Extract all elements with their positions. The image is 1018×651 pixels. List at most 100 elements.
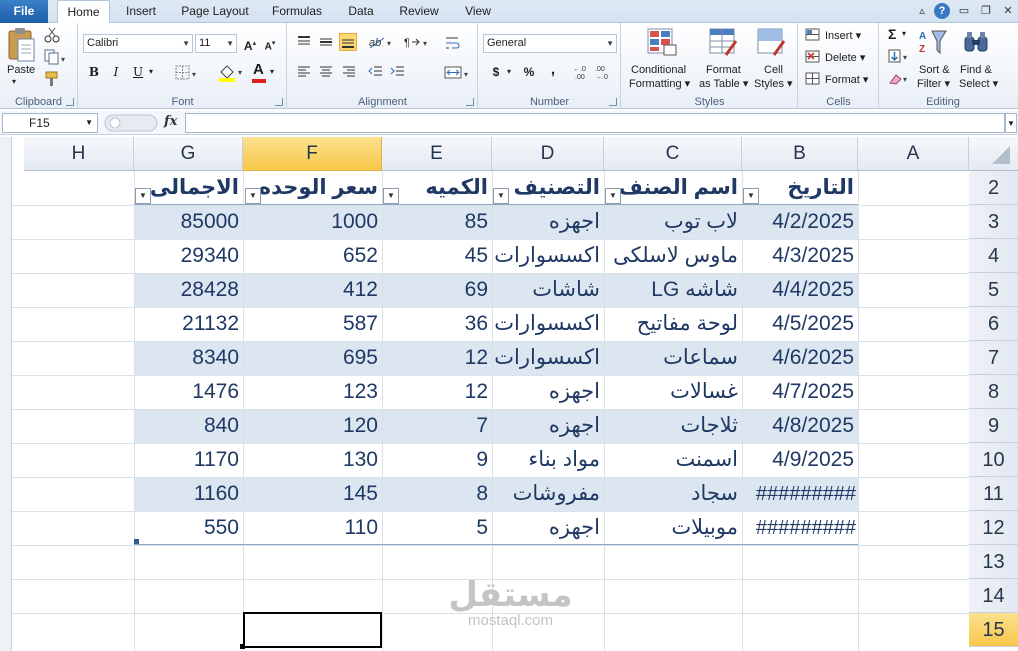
cell-item-name[interactable]: سماعات	[604, 341, 742, 375]
delete-cells-icon[interactable]	[805, 50, 821, 64]
find-select-icon[interactable]	[962, 29, 992, 55]
cell-category[interactable]: اجهزه	[492, 409, 604, 443]
paste-icon[interactable]	[6, 27, 36, 63]
cell-date[interactable]: 4/6/2025	[742, 341, 858, 375]
name-box[interactable]: F15 ▼	[2, 113, 98, 133]
row-header-14[interactable]: 14	[969, 579, 1018, 613]
format-as-table-label-2[interactable]: as Table ▾	[699, 77, 748, 90]
decrease-decimal-icon[interactable]: .00→.0	[595, 63, 615, 81]
cell-unit-price[interactable]: 652	[243, 239, 382, 273]
cell-unit-price[interactable]: 130	[243, 443, 382, 477]
formula-bar-splitter-icon[interactable]	[104, 114, 158, 132]
cell-total[interactable]: 21132	[134, 307, 243, 341]
row-header-6[interactable]: 6	[969, 307, 1018, 341]
conditional-formatting-label-1[interactable]: Conditional	[631, 64, 686, 76]
cell-styles-label-2[interactable]: Styles ▾	[754, 77, 793, 90]
sort-filter-label-2[interactable]: Filter ▾	[917, 77, 950, 90]
cell-date[interactable]: 4/5/2025	[742, 307, 858, 341]
cell-category[interactable]: اجهزه	[492, 511, 604, 545]
grow-font-button[interactable]: A▴	[241, 35, 259, 53]
cell-item-name[interactable]: سجاد	[604, 477, 742, 511]
row-header-2[interactable]: 2	[969, 171, 1018, 205]
row-header-13[interactable]: 13	[969, 545, 1018, 579]
comma-button[interactable]: ,	[544, 61, 562, 79]
worksheet-grid[interactable]: H G F E D C B A 2 3 4 5 6 7 8 9 10 11 12…	[0, 137, 1018, 651]
cell-item-name[interactable]: لوحة مفاتيح	[604, 307, 742, 341]
conditional-formatting-icon[interactable]	[646, 27, 678, 57]
orientation-icon[interactable]: ab ▾	[368, 33, 394, 51]
cell-item-name[interactable]: ثلاجات	[604, 409, 742, 443]
number-format-combo[interactable]: General ▼	[483, 34, 617, 53]
alignment-launcher-icon[interactable]	[466, 98, 474, 106]
tab-formulas[interactable]: Formulas	[264, 0, 330, 23]
column-header-f[interactable]: F	[243, 137, 382, 171]
bold-button[interactable]: B	[85, 63, 103, 81]
filter-dropdown-icon[interactable]: ▼	[493, 188, 509, 204]
increase-decimal-icon[interactable]: ←.0.00	[573, 63, 593, 81]
table-resize-handle[interactable]	[134, 539, 139, 544]
cell-total[interactable]: 840	[134, 409, 243, 443]
table-header-date[interactable]: التاريخ	[758, 171, 858, 205]
number-launcher-icon[interactable]	[609, 98, 617, 106]
font-color-dropdown-icon[interactable]: ▾	[270, 67, 274, 76]
clear-icon[interactable]: ▾	[888, 71, 912, 87]
align-bottom-button[interactable]	[339, 33, 357, 51]
vertical-split-handle[interactable]	[0, 137, 12, 651]
format-cells-label[interactable]: Format ▾	[825, 73, 868, 86]
cell-unit-price[interactable]: 1000	[243, 205, 382, 239]
tab-review[interactable]: Review	[392, 0, 446, 23]
sort-filter-label-1[interactable]: Sort &	[919, 64, 950, 76]
column-header-g[interactable]: G	[134, 137, 243, 171]
insert-cells-label[interactable]: Insert ▾	[825, 29, 861, 42]
format-cells-icon[interactable]	[805, 72, 821, 86]
align-middle-icon[interactable]	[318, 35, 334, 49]
cell-category[interactable]: اكسسوارات	[492, 341, 604, 375]
fill-icon[interactable]: ▾	[888, 49, 912, 65]
cell-total[interactable]: 550	[134, 511, 243, 545]
cell-category[interactable]: اكسسوارات	[492, 239, 604, 273]
tab-data[interactable]: Data	[338, 0, 384, 23]
cell-quantity[interactable]: 69	[382, 273, 492, 307]
restore-window-icon[interactable]: ❐	[978, 3, 994, 19]
column-header-c[interactable]: C	[604, 137, 742, 171]
formula-input[interactable]	[185, 113, 1005, 133]
increase-indent-icon[interactable]	[390, 65, 406, 79]
filter-dropdown-icon[interactable]: ▼	[383, 188, 399, 204]
wrap-text-icon[interactable]	[444, 35, 462, 51]
cell-date[interactable]: 4/8/2025	[742, 409, 858, 443]
format-as-table-icon[interactable]	[708, 27, 740, 57]
cell-unit-price[interactable]: 110	[243, 511, 382, 545]
font-name-combo[interactable]: Calibri ▼	[83, 34, 193, 53]
cell-unit-price[interactable]: 120	[243, 409, 382, 443]
cell-item-name[interactable]: لاب توب	[604, 205, 742, 239]
cut-icon[interactable]	[44, 27, 60, 43]
tab-view[interactable]: View	[456, 0, 500, 23]
minimize-ribbon-icon[interactable]: ▵	[914, 3, 930, 19]
column-header-d[interactable]: D	[492, 137, 604, 171]
row-header-7[interactable]: 7	[969, 341, 1018, 375]
font-size-combo[interactable]: 11 ▼	[195, 34, 237, 53]
row-header-11[interactable]: 11	[969, 477, 1018, 511]
table-header-quantity[interactable]: الكميه	[398, 171, 492, 205]
cell-category[interactable]: مفروشات	[492, 477, 604, 511]
insert-function-icon[interactable]: fx	[164, 114, 177, 129]
filter-dropdown-icon[interactable]: ▼	[135, 188, 151, 204]
cell-quantity[interactable]: 12	[382, 375, 492, 409]
cell-item-name[interactable]: موبيلات	[604, 511, 742, 545]
align-right-icon[interactable]	[341, 65, 357, 79]
currency-dropdown-icon[interactable]: ▾	[507, 67, 511, 76]
cell-total[interactable]: 28428	[134, 273, 243, 307]
sort-filter-icon[interactable]: AZ	[918, 27, 950, 57]
format-painter-icon[interactable]	[44, 71, 60, 87]
underline-dropdown-icon[interactable]: ▾	[149, 67, 153, 76]
filter-dropdown-icon[interactable]: ▼	[743, 188, 759, 204]
table-header-category[interactable]: التصنيف	[508, 171, 604, 205]
column-header-e[interactable]: E	[382, 137, 492, 171]
align-top-icon[interactable]	[296, 35, 312, 49]
shrink-font-button[interactable]: A▾	[261, 35, 279, 53]
column-header-h[interactable]: H	[24, 137, 134, 171]
tab-insert[interactable]: Insert	[115, 0, 167, 23]
cell-total[interactable]: 85000	[134, 205, 243, 239]
cell-date[interactable]: #########	[742, 511, 858, 545]
row-header-8[interactable]: 8	[969, 375, 1018, 409]
